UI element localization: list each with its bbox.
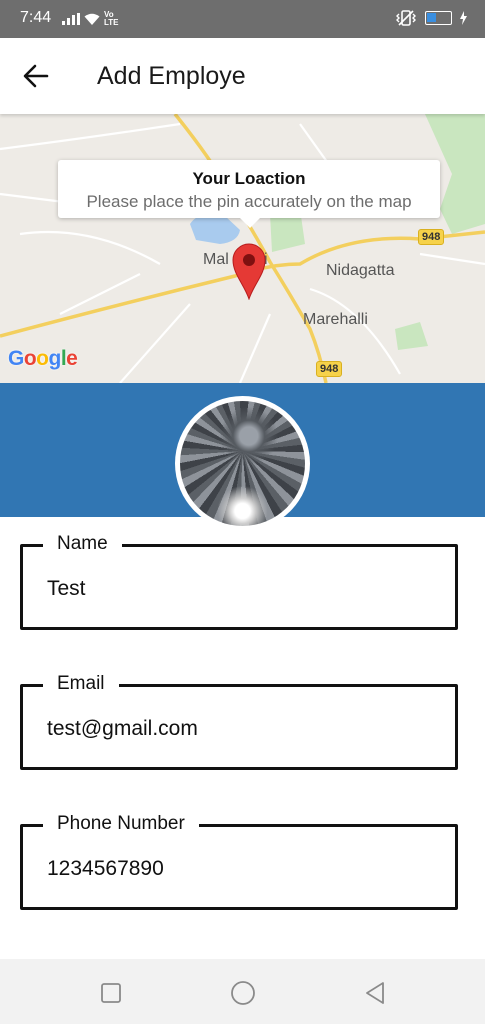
location-pin-icon[interactable] xyxy=(232,242,266,300)
app-bar: Add Employe xyxy=(0,38,485,114)
map-label-town: Mal xyxy=(203,251,229,268)
circle-home-icon xyxy=(231,981,255,1005)
email-field: Email xyxy=(20,673,458,770)
volte-icon: Vo LTE xyxy=(104,11,119,27)
tooltip-arrow xyxy=(240,218,260,228)
charging-icon xyxy=(460,11,467,25)
tooltip-subtitle: Please place the pin accurately on the m… xyxy=(86,192,412,211)
square-recents-icon xyxy=(101,983,121,1003)
avatar-photo xyxy=(180,401,305,526)
battery-fill xyxy=(427,13,436,22)
screen: 7:44 Vo LTE Add Employe Your Loaction Pl… xyxy=(0,0,485,1024)
phone-field-label: Phone Number xyxy=(43,813,199,835)
highway-shield-948-bottom: 948 xyxy=(316,361,343,377)
location-map[interactable]: Your Loaction Please place the pin accur… xyxy=(0,114,485,383)
email-input[interactable] xyxy=(47,717,437,741)
name-field: Name xyxy=(20,533,458,630)
status-left-icons: Vo LTE xyxy=(62,11,119,27)
map-label-marehalli: Marehalli xyxy=(303,311,368,328)
google-letter: g xyxy=(48,347,62,370)
arrow-left-icon xyxy=(23,64,49,88)
status-right-icons xyxy=(395,10,467,26)
status-bar: 7:44 Vo LTE xyxy=(0,0,485,38)
google-letter: o xyxy=(36,347,49,370)
google-letter: o xyxy=(23,347,37,370)
avatar[interactable] xyxy=(175,396,310,531)
page-title: Add Employe xyxy=(97,62,246,90)
google-attribution: Google xyxy=(8,347,78,371)
triangle-back-icon xyxy=(366,982,384,1004)
battery-icon xyxy=(425,11,452,25)
phone-input[interactable] xyxy=(47,857,437,881)
name-field-label: Name xyxy=(43,533,122,555)
google-letter: e xyxy=(66,347,78,370)
system-nav-bar xyxy=(0,959,485,1024)
map-label-nidagatta: Nidagatta xyxy=(326,262,395,279)
signal-icon xyxy=(62,13,80,25)
home-button[interactable] xyxy=(229,979,257,1007)
volte-bottom-label: LTE xyxy=(104,18,119,27)
recents-button[interactable] xyxy=(97,979,125,1007)
back-button[interactable] xyxy=(16,58,56,94)
email-field-label: Email xyxy=(43,673,119,695)
phone-field: Phone Number xyxy=(20,813,458,910)
location-tooltip: Your Loaction Please place the pin accur… xyxy=(58,160,440,228)
tooltip-title: Your Loaction xyxy=(192,169,306,188)
wifi-icon xyxy=(84,13,100,25)
vibrate-icon xyxy=(396,10,416,26)
highway-shield-948-right: 948 xyxy=(418,229,445,245)
google-letter: G xyxy=(8,347,24,370)
back-nav-button[interactable] xyxy=(361,979,389,1007)
name-input[interactable] xyxy=(47,577,437,601)
status-time: 7:44 xyxy=(20,9,52,26)
